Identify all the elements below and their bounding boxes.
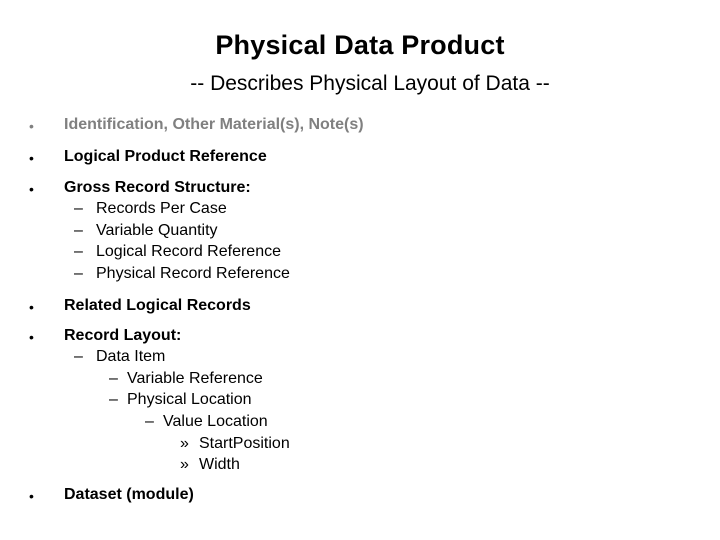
dash-icon: –: [145, 413, 154, 430]
bullet-icon: •: [29, 118, 34, 134]
sub-sub-item: Variable Reference: [127, 370, 263, 387]
level5-item: Width: [199, 456, 240, 473]
bullet-icon: •: [29, 150, 34, 166]
sub-item: Records Per Case: [96, 200, 227, 217]
sub-item: Variable Quantity: [96, 222, 218, 239]
bullet-icon: •: [29, 299, 34, 315]
sub-item: Data Item: [96, 348, 166, 365]
bullet-icon: •: [29, 488, 34, 504]
level4-item: Value Location: [163, 413, 268, 430]
slide-title: Physical Data Product: [215, 30, 505, 60]
dash-icon: –: [74, 265, 83, 282]
bullet-icon: •: [29, 329, 34, 345]
sub-item: Logical Record Reference: [96, 243, 281, 260]
sub-item: Physical Record Reference: [96, 265, 290, 282]
sub-sub-item: Physical Location: [127, 391, 252, 408]
raquo-icon: »: [180, 435, 189, 452]
dash-icon: –: [109, 391, 118, 408]
dash-icon: –: [74, 348, 83, 365]
list-item: Logical Product Reference: [64, 148, 267, 165]
list-item: Identification, Other Material(s), Note(…: [64, 116, 364, 133]
dash-icon: –: [74, 200, 83, 217]
dash-icon: –: [74, 222, 83, 239]
list-item: Gross Record Structure:: [64, 179, 251, 196]
list-item: Record Layout:: [64, 327, 182, 344]
list-item: Dataset (module): [64, 486, 194, 503]
slide-subtitle: -- Describes Physical Layout of Data --: [190, 72, 550, 95]
bullet-icon: •: [29, 181, 34, 197]
list-item: Related Logical Records: [64, 297, 251, 314]
level5-item: StartPosition: [199, 435, 290, 452]
dash-icon: –: [109, 370, 118, 387]
dash-icon: –: [74, 243, 83, 260]
raquo-icon: »: [180, 456, 189, 473]
